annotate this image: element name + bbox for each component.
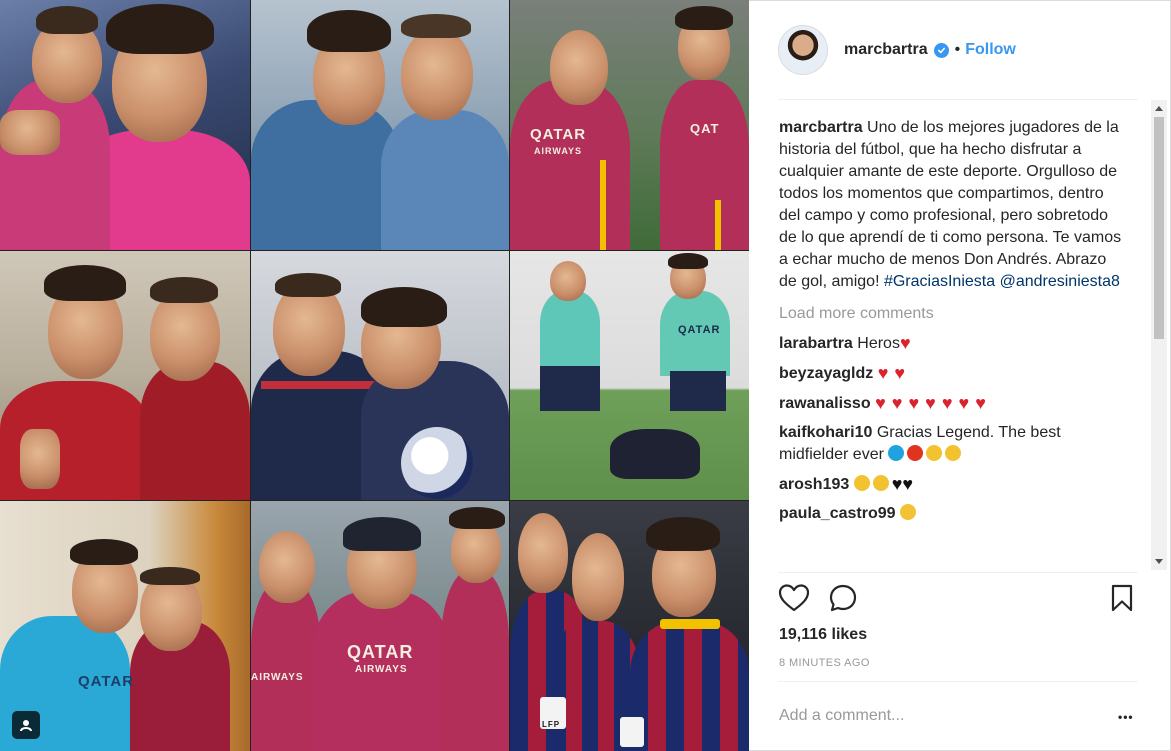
post-photo[interactable]: QATAR AIRWAYS QAT QATAR QATAR QATAR AIRW… [0, 0, 749, 751]
add-comment-input[interactable] [779, 704, 1099, 728]
shirt-sponsor-text: QATAR [678, 324, 721, 336]
comment-item: arosh193 ♥♥ [779, 473, 1125, 496]
sad-emoji-icon [945, 445, 962, 461]
likes-count[interactable]: 19,116 likes [779, 626, 867, 644]
comment-text: Heros [852, 335, 900, 352]
shirt-sponsor-text: AIRWAYS [534, 146, 583, 156]
bookmark-button[interactable] [1110, 584, 1134, 617]
equipment-bag [610, 429, 700, 479]
lfp-badge-text: LFP [542, 720, 561, 729]
comments-scrollbar[interactable] [1151, 100, 1167, 570]
comment-username[interactable]: beyzayagldz [779, 365, 873, 382]
post-timestamp[interactable]: 8 MINUTES AGO [779, 657, 870, 669]
load-more-comments[interactable]: Load more comments [779, 303, 1125, 325]
red-heart-icon: ♥ [975, 393, 986, 413]
red-heart-icon: ♥ [908, 393, 920, 413]
photo-tile-1 [0, 0, 250, 250]
avatar[interactable] [778, 25, 828, 75]
multi-photo-icon [12, 711, 40, 739]
soccer-ball [401, 427, 473, 499]
scroll-up-arrow-icon[interactable] [1155, 106, 1163, 111]
like-button[interactable] [778, 583, 810, 618]
red-heart-icon: ♥ [894, 363, 906, 383]
comment-text [849, 476, 853, 493]
photo-tile-3: QATAR AIRWAYS QAT [510, 0, 749, 250]
comment-username[interactable]: kaifkohari10 [779, 424, 872, 441]
scroll-down-arrow-icon[interactable] [1155, 559, 1163, 564]
black-heart-icon: ♥ [891, 474, 903, 494]
header-separator: • [954, 41, 961, 58]
caption-mention[interactable]: @andresiniesta8 [1000, 273, 1120, 290]
photo-tile-6: QATAR [510, 251, 749, 500]
shirt-sponsor-text: AIRWAYS [355, 664, 408, 675]
verified-badge-icon [933, 42, 949, 58]
sad-emoji-icon [926, 445, 943, 461]
red-heart-icon: ♥ [899, 333, 911, 353]
comment-item: kaifkohari10 Gracias Legend. The best mi… [779, 422, 1125, 466]
comment-username[interactable]: arosh193 [779, 476, 849, 493]
shirt-sponsor-text: AIRWAYS [251, 672, 304, 683]
comment-item: paula_castro99 [779, 503, 1125, 525]
comment-item: beyzayagldz ♥ ♥ [779, 362, 1125, 385]
comment-item: larabartra Heros♥ [779, 332, 1125, 355]
header-username[interactable]: marcbartra [844, 41, 928, 59]
comment-bubble-icon [829, 584, 857, 612]
cry-emoji-icon [853, 475, 870, 491]
follow-button[interactable]: Follow [965, 41, 1016, 59]
hearteyes-emoji-icon [899, 504, 916, 520]
comments-list: marcbartra Uno de los mejores jugadores … [779, 117, 1125, 572]
post-header: marcbartra • Follow [778, 24, 1138, 76]
post-actions [778, 583, 1138, 615]
red-heart-icon: ♥ [925, 393, 936, 413]
comment-button[interactable] [828, 583, 858, 618]
comment-item: rawanalisso ♥ ♥ ♥ ♥ ♥ ♥ ♥ [779, 392, 1125, 415]
cry-emoji-icon [872, 475, 889, 491]
caption-username[interactable]: marcbartra [779, 119, 863, 136]
photo-tile-4 [0, 251, 250, 500]
comment-username[interactable]: larabartra [779, 335, 853, 352]
red-heart-icon: ♥ [958, 393, 970, 413]
caption-text: Uno de los mejores jugadores de la histo… [779, 119, 1122, 290]
more-options-button[interactable]: ••• [1118, 710, 1134, 724]
shirt-sponsor-text: QAT [690, 121, 720, 136]
comment-username[interactable]: rawanalisso [779, 395, 871, 412]
caption-hashtag[interactable]: #GraciasIniesta [884, 273, 995, 290]
bookmark-icon [1111, 584, 1133, 612]
photo-tile-9: LFP [510, 501, 749, 751]
blue-emoji-icon [888, 445, 905, 461]
header-divider [778, 99, 1138, 100]
red-heart-icon: ♥ [875, 393, 886, 413]
comment-divider [778, 681, 1138, 682]
scrollbar-thumb[interactable] [1154, 117, 1164, 339]
shirt-sponsor-text: QATAR [78, 673, 135, 690]
red-heart-icon: ♥ [941, 393, 953, 413]
beanie-hat [343, 517, 421, 551]
heart-outline-icon [778, 584, 810, 612]
actions-divider [778, 572, 1138, 573]
post-caption: marcbartra Uno de los mejores jugadores … [779, 117, 1125, 293]
red-heart-icon: ♥ [891, 393, 903, 413]
photo-tile-7: QATAR [0, 501, 250, 751]
black-heart-icon: ♥ [902, 474, 914, 494]
photo-tile-2 [251, 0, 509, 250]
photo-tile-8: QATAR AIRWAYS AIRWAYS [251, 501, 509, 751]
lfp-badge [620, 717, 644, 747]
shirt-sponsor-text: QATAR [347, 642, 414, 662]
comment-username[interactable]: paula_castro99 [779, 505, 896, 522]
photo-tile-5 [251, 251, 509, 500]
red-heart-icon: ♥ [877, 363, 889, 383]
red-emoji-icon [907, 445, 924, 461]
